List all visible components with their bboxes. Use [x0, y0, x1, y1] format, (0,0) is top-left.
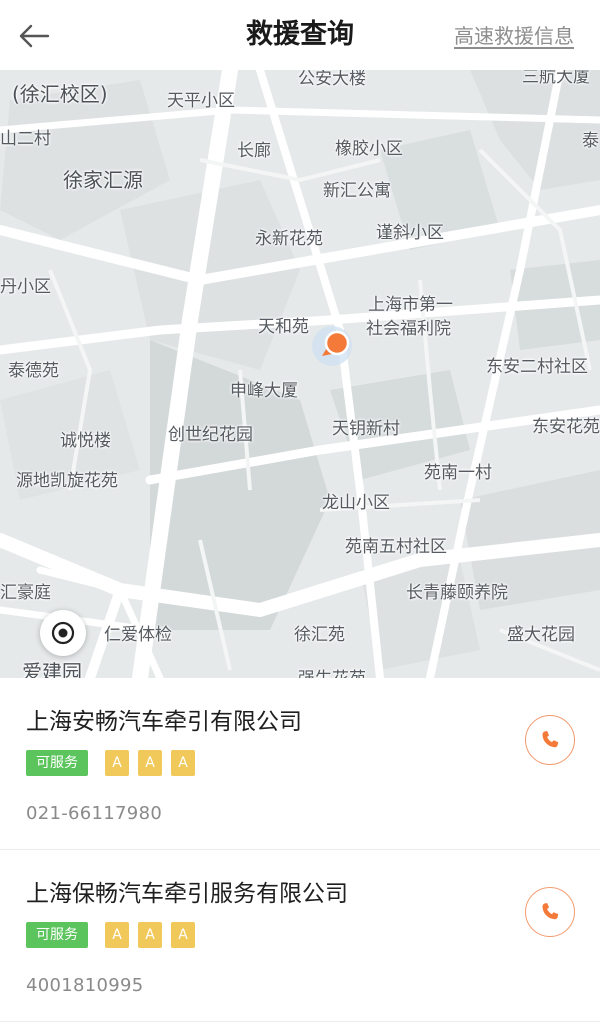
map-label: 爱建园 [22, 660, 82, 678]
map-label: 永新花苑 [255, 229, 323, 249]
map-label: 创世纪花园 [168, 425, 253, 445]
map-label: 上海市第一 [368, 295, 453, 315]
map-label: 泰 [582, 131, 599, 151]
map-label: 强生花苑 [298, 664, 366, 678]
badge-row: 可服务 A A A [26, 750, 195, 776]
map-label: 橡胶小区 [335, 139, 403, 159]
map-label: (徐汇校区) [12, 82, 108, 106]
phone-number: 4001810995 [26, 975, 144, 996]
map-label: 山二村 [0, 129, 51, 149]
map-label: 天钥新村 [332, 419, 400, 439]
status-badge: 可服务 [26, 922, 88, 948]
list-item[interactable]: 上海安畅汽车牵引有限公司 可服务 A A A 021-66117980 [0, 678, 600, 850]
map-label: 申峰大厦 [230, 381, 298, 401]
map-label: 长青藤颐养院 [406, 583, 508, 603]
locate-target-icon [51, 621, 75, 645]
map-label: 东安花苑 [532, 417, 600, 437]
highway-rescue-info-link[interactable]: 高速救援信息 [454, 20, 574, 49]
map-label: 仁爱体检 [104, 625, 172, 645]
location-pin-icon [308, 324, 354, 370]
rating-badge: A [105, 750, 129, 776]
rescue-map[interactable]: (徐汇校区) 公安大楼 天平小区 三航大厦 泰 山二村 长廊 橡胶小区 徐家汇源… [0, 70, 600, 678]
rating-badge: A [138, 750, 162, 776]
map-label: 苑南一村 [424, 463, 492, 483]
map-label: 盛大花园 [507, 625, 575, 645]
rescue-company-list: 上海安畅汽车牵引有限公司 可服务 A A A 021-66117980 上海保畅… [0, 678, 600, 1035]
badge-row: 可服务 A A A [26, 922, 195, 948]
rating-badge: A [171, 922, 195, 948]
map-label: 徐汇苑 [294, 625, 345, 645]
company-name: 上海保畅汽车牵引服务有限公司 [26, 881, 348, 907]
app-root: 救援查询 高速救援信息 (徐汇校区) 公安大楼 天平小区 三航大厦 泰 山二村 … [0, 0, 600, 1035]
phone-icon [542, 731, 559, 748]
map-label: 徐家汇源 [63, 168, 143, 192]
map-label: 泰德苑 [8, 361, 59, 381]
call-button[interactable] [525, 887, 575, 937]
map-label: 源地凯旋花苑 [16, 471, 118, 491]
map-label: 苑南五村社区 [345, 537, 447, 557]
header-bar: 救援查询 高速救援信息 [0, 0, 600, 70]
map-label: 丹小区 [0, 277, 51, 297]
map-label: 龙山小区 [322, 493, 390, 513]
locate-button[interactable] [40, 610, 86, 656]
map-label: 天平小区 [167, 91, 235, 111]
rating-badge: A [105, 922, 129, 948]
map-label: 长廊 [237, 141, 271, 161]
list-item[interactable]: 上海保畅汽车牵引服务有限公司 可服务 A A A 4001810995 [0, 850, 600, 1022]
back-button[interactable] [18, 16, 62, 56]
map-label: 汇豪庭 [0, 583, 51, 603]
map-label: 天和苑 [258, 317, 309, 337]
company-name: 上海安畅汽车牵引有限公司 [26, 709, 302, 735]
map-label: 新汇公寓 [323, 181, 391, 201]
phone-icon [542, 903, 559, 920]
map-label: 三航大厦 [522, 70, 590, 87]
map-label: 东安二村社区 [486, 357, 588, 377]
map-label: 公安大楼 [298, 70, 366, 89]
arrow-left-icon [19, 24, 50, 48]
map-label: 诚悦楼 [60, 431, 111, 451]
phone-number: 021-66117980 [26, 803, 163, 824]
call-button[interactable] [525, 715, 575, 765]
map-label: 社会福利院 [366, 319, 451, 339]
map-label: 谨斜小区 [376, 223, 444, 243]
status-badge: 可服务 [26, 750, 88, 776]
rating-badge: A [171, 750, 195, 776]
rating-badge: A [138, 922, 162, 948]
